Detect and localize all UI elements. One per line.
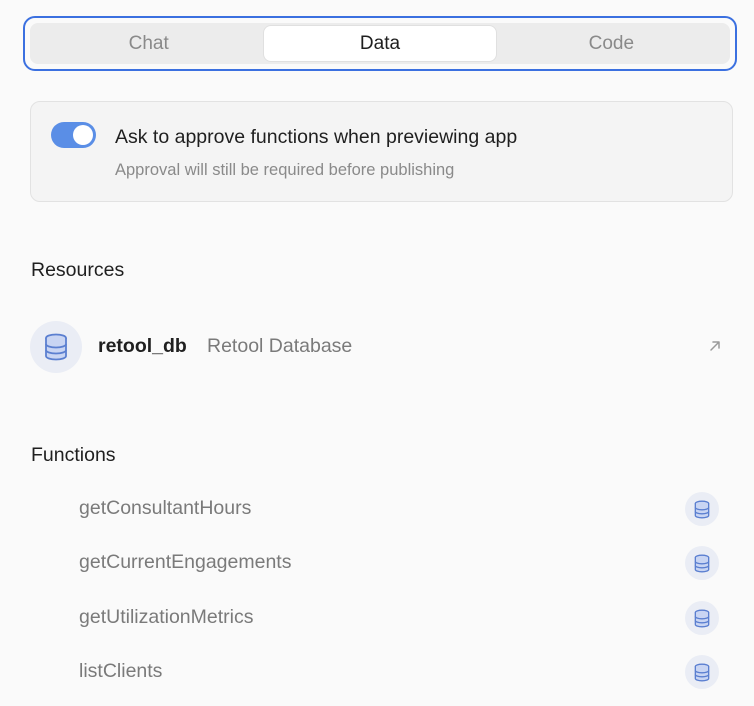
function-row[interactable]: getCurrentEngagements xyxy=(79,546,719,580)
function-name: getUtilizationMetrics xyxy=(79,606,254,628)
function-name: listClients xyxy=(79,660,163,682)
database-icon xyxy=(685,492,719,526)
function-row[interactable]: getConsultantHours xyxy=(79,492,719,526)
database-icon xyxy=(685,546,719,580)
approval-title: Ask to approve functions when previewing… xyxy=(115,126,518,148)
function-row[interactable]: listClients xyxy=(79,655,719,689)
approval-card: Ask to approve functions when previewing… xyxy=(30,101,733,202)
tab-switcher: Chat Data Code xyxy=(23,16,737,71)
tab-code[interactable]: Code xyxy=(496,26,727,61)
database-icon xyxy=(30,321,82,373)
tab-track: Chat Data Code xyxy=(30,23,730,64)
approval-subtitle: Approval will still be required before p… xyxy=(115,161,455,179)
tab-data[interactable]: Data xyxy=(264,26,496,61)
resource-name: retool_db xyxy=(98,335,187,357)
functions-heading: Functions xyxy=(31,444,116,466)
function-name: getConsultantHours xyxy=(79,497,252,519)
approve-functions-toggle[interactable] xyxy=(51,122,96,148)
function-row[interactable]: getUtilizationMetrics xyxy=(79,601,719,635)
tab-chat[interactable]: Chat xyxy=(33,26,264,61)
resources-heading: Resources xyxy=(31,259,125,281)
database-icon xyxy=(685,601,719,635)
toggle-knob xyxy=(73,125,93,145)
resource-type: Retool Database xyxy=(207,335,353,357)
external-link-icon[interactable] xyxy=(707,338,723,354)
resource-row[interactable]: retool_db Retool Database xyxy=(30,321,733,373)
function-name: getCurrentEngagements xyxy=(79,551,292,573)
database-icon xyxy=(685,655,719,689)
data-panel: Chat Data Code Ask to approve functions … xyxy=(0,0,754,706)
